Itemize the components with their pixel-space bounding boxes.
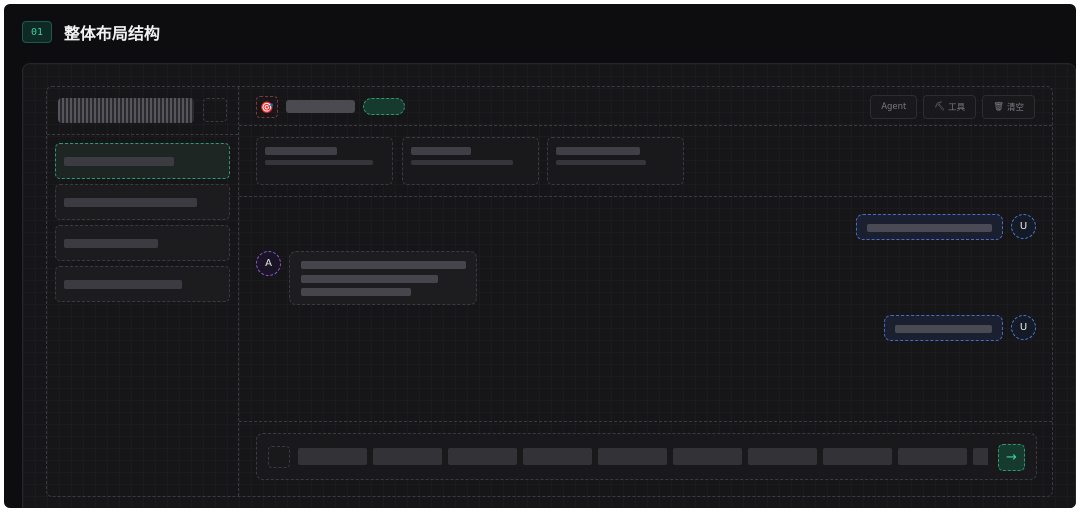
title-placeholder <box>286 100 355 113</box>
conversation-list <box>55 143 230 307</box>
item-title-placeholder <box>64 280 182 289</box>
sidebar-item[interactable] <box>55 266 230 302</box>
info-cards-row <box>239 126 1052 197</box>
clear-button-label: 清空 <box>1006 103 1024 113</box>
agent-button-label: Agent <box>881 102 907 112</box>
sidebar-header <box>47 87 238 135</box>
user-avatar: U <box>1011 214 1036 239</box>
sidebar <box>47 87 239 496</box>
agent-button[interactable]: Agent <box>870 95 918 119</box>
card-title-placeholder <box>556 147 640 155</box>
item-title-placeholder <box>64 157 174 166</box>
logo-placeholder <box>58 98 194 123</box>
tools-button[interactable]: ⛏ 工具 <box>923 95 977 119</box>
section-header: 01 整体布局结构 <box>22 20 160 44</box>
card-title-placeholder <box>411 147 471 155</box>
status-badge <box>363 98 405 115</box>
message-text-placeholder <box>301 261 466 269</box>
item-title-placeholder <box>64 239 158 248</box>
user-message-bubble <box>856 214 1003 240</box>
card-text-placeholder <box>556 160 646 165</box>
agent-avatar: A <box>256 251 281 276</box>
message-text-placeholder <box>895 325 992 333</box>
sidebar-item-active[interactable] <box>55 143 230 179</box>
toolbar-actions: Agent ⛏ 工具 🗑 清空 <box>870 95 1035 119</box>
message-composer: → <box>256 433 1037 480</box>
message-input[interactable] <box>298 448 988 465</box>
user-message-bubble <box>884 315 1003 341</box>
card-text-placeholder <box>265 160 373 165</box>
message-text-placeholder <box>301 275 438 283</box>
info-card[interactable] <box>256 137 393 185</box>
send-button[interactable]: → <box>998 444 1025 471</box>
agent-message-bubble <box>289 251 477 305</box>
hammer-icon: ⛏ <box>934 102 946 112</box>
card-text-placeholder <box>411 160 513 165</box>
top-bar: 🎯 Agent ⛏ 工具 🗑 清空 <box>239 87 1052 126</box>
main-panel: 🎯 Agent ⛏ 工具 🗑 清空 U A U → <box>239 87 1052 496</box>
new-chat-button[interactable] <box>203 98 227 122</box>
target-icon: 🎯 <box>256 96 278 118</box>
tools-button-label: 工具 <box>948 103 966 113</box>
trash-icon: 🗑 <box>993 102 1004 112</box>
app-wireframe: 🎯 Agent ⛏ 工具 🗑 清空 U A U → <box>46 86 1053 497</box>
chat-area: U A U <box>239 197 1052 422</box>
info-card[interactable] <box>547 137 684 185</box>
attach-button[interactable] <box>268 446 290 468</box>
section-title: 整体布局结构 <box>64 24 161 43</box>
message-text-placeholder <box>867 224 992 232</box>
diagram-frame: 01 整体布局结构 🎯 Agent ⛏ 工具 🗑 清空 U A U → <box>4 4 1076 508</box>
layout-stage: 🎯 Agent ⛏ 工具 🗑 清空 U A U → <box>22 63 1076 508</box>
user-avatar: U <box>1011 315 1036 340</box>
item-title-placeholder <box>64 198 197 207</box>
card-title-placeholder <box>265 147 337 155</box>
sidebar-item[interactable] <box>55 184 230 220</box>
sidebar-item[interactable] <box>55 225 230 261</box>
message-text-placeholder <box>301 288 411 296</box>
section-number-badge: 01 <box>22 21 52 43</box>
info-card[interactable] <box>402 137 539 185</box>
clear-button[interactable]: 🗑 清空 <box>982 95 1035 119</box>
